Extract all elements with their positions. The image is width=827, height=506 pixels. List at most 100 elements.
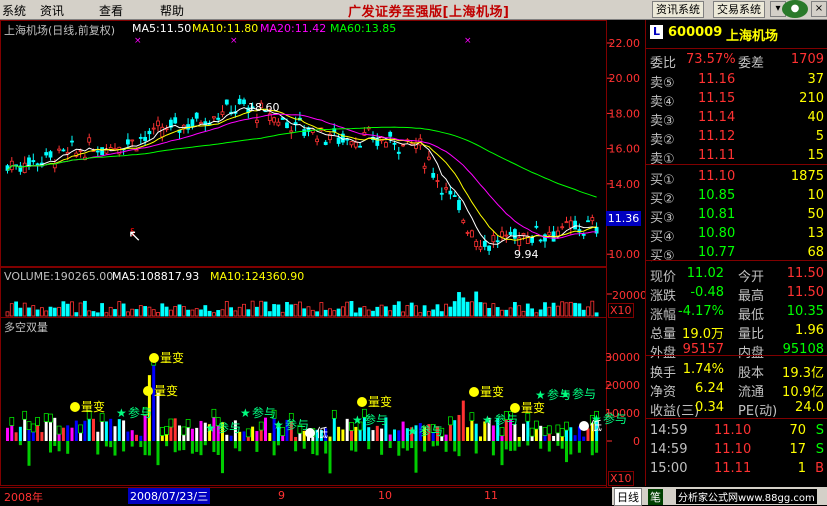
- volume-bar: [293, 303, 298, 317]
- candle-body: [543, 234, 547, 242]
- indicator-neg-bar: [294, 441, 298, 452]
- period-tab[interactable]: 日线: [614, 488, 642, 506]
- ma-cross-marker: ×: [134, 36, 142, 46]
- kline-chart[interactable]: 22.0020.0018.0016.0014.0012.0010.00 ××× …: [0, 20, 645, 487]
- signal-join-label: 参与: [128, 405, 152, 420]
- axis-label-sep: 9: [278, 489, 285, 502]
- indicator-pos-bar: [530, 436, 534, 441]
- indicator-pos-bar: [87, 419, 91, 441]
- indicator-pos-bar: [242, 431, 246, 441]
- menu-bar: 系统 资讯 查看 帮助 广发证券至强版[上海机场] 资讯系统 交易系统 ▾ ● …: [0, 0, 827, 20]
- indicator-neg-bar: [233, 441, 237, 449]
- volume-bar: [504, 309, 509, 317]
- volume-header: VOLUME:190265.00: [4, 270, 114, 283]
- indicator-neg-bar: [139, 441, 143, 448]
- indicator-pos-bar: [255, 431, 259, 441]
- ask-row: 卖② 11.12 5: [646, 128, 827, 148]
- fund-value: 1.74%: [682, 362, 724, 377]
- indicator-pos-bar: [565, 430, 568, 441]
- volume-bar: [469, 301, 474, 317]
- panel-divider: [646, 355, 827, 356]
- indicator-neg-bar: [565, 441, 568, 463]
- bid-volume: 50: [807, 207, 824, 222]
- close-icon[interactable]: ×: [811, 1, 827, 17]
- trade-system-button[interactable]: 交易系统: [713, 1, 765, 18]
- ind-tick-label: 30000: [605, 351, 640, 364]
- volume-bar: [495, 307, 500, 317]
- menu-help[interactable]: 帮助: [160, 2, 184, 19]
- indicator-pos-bar: [560, 436, 564, 441]
- info-system-button[interactable]: 资讯系统: [652, 1, 704, 18]
- indicator-pos-bar: [246, 436, 250, 441]
- volume-bar: [44, 310, 49, 317]
- stat-row: 现价 11.02 今开 11.50: [646, 265, 827, 285]
- volume-bar: [581, 309, 586, 317]
- ask-label: 卖④: [650, 95, 675, 110]
- indicator-pos-bar: [83, 420, 87, 441]
- indicator-pos-bar: [40, 432, 44, 441]
- ask-volume: 210: [799, 91, 824, 106]
- candle-body: [586, 220, 590, 223]
- tick-row: 14:59 11.10 70 S: [646, 422, 827, 441]
- indicator-pos-bar: [225, 434, 229, 441]
- indicator-neg-bar: [49, 441, 52, 453]
- indicator-neg-bar: [509, 441, 513, 451]
- price-tick-label: 10.00: [609, 248, 641, 261]
- ask-row: 卖③ 11.14 40: [646, 109, 827, 129]
- indicator-pos-bar: [6, 427, 9, 441]
- ask-price: 11.14: [698, 110, 736, 125]
- candle-body: [448, 190, 453, 195]
- volume-bar: [349, 301, 354, 317]
- candle-body: [487, 245, 492, 251]
- indicator-pos-bar: [345, 418, 349, 441]
- volume-bar: [95, 312, 100, 317]
- volume-bar: [31, 305, 36, 317]
- bid-price: 10.81: [698, 207, 736, 222]
- candle-body: [590, 217, 595, 222]
- volume-bar: [336, 308, 341, 317]
- indicator-pos-bar: [401, 421, 405, 441]
- indicator-pos-bar: [457, 414, 461, 441]
- fund-row: 净资 6.24 流通 10.9亿: [646, 380, 827, 400]
- indicator-pos-bar: [57, 434, 61, 441]
- indicator-pos-bar: [61, 427, 65, 441]
- volume-bar: [340, 306, 345, 317]
- menu-info[interactable]: 资讯: [40, 2, 64, 19]
- volume-bar: [233, 310, 238, 317]
- fund-row: 收益(三) 0.34 PE(动) 24.0: [646, 399, 827, 419]
- indicator-pos-bar: [251, 426, 255, 441]
- indicator-neg-bar: [18, 441, 22, 446]
- volume-bar: [530, 308, 534, 317]
- indicator-pos-bar: [113, 426, 117, 441]
- volume-bar: [134, 309, 139, 317]
- bid-volume: 68: [807, 245, 824, 260]
- bid-price: 10.77: [698, 245, 736, 260]
- indicator-neg-bar: [590, 441, 594, 456]
- ma20-label: MA20:11.42: [260, 22, 327, 35]
- indicator-pos-bar: [70, 427, 74, 441]
- ma5-label: MA5:11.50: [132, 22, 192, 35]
- volume-bar: [310, 309, 315, 317]
- indicator-pos-bar: [522, 423, 525, 441]
- indicator-neg-bar: [53, 441, 57, 446]
- indicator-neg-bar: [526, 441, 530, 446]
- indicator-neg-bar: [405, 441, 409, 451]
- ind-scale-x10: X10: [608, 471, 634, 486]
- signal-low-label: 低: [316, 426, 328, 440]
- menu-view[interactable]: 查看: [99, 2, 123, 19]
- volume-bar: [22, 302, 27, 317]
- stat-label: 涨跌: [650, 289, 677, 304]
- signal-star-icon: ★: [273, 418, 284, 432]
- indicator-pos-bar: [152, 365, 156, 441]
- candle-body: [160, 126, 165, 138]
- indicator-pos-bar: [104, 421, 108, 441]
- tab-bi[interactable]: 笔: [648, 489, 663, 505]
- candle-body: [52, 163, 57, 169]
- candle-body: [564, 221, 569, 224]
- volume-bar: [224, 301, 229, 317]
- menu-system[interactable]: 系统: [2, 2, 26, 19]
- quote-panel: L 600009 上海机场 委比 73.57% 委差 1709 卖⑤ 11.16 3…: [645, 20, 827, 486]
- volume-bar: [388, 310, 393, 317]
- volume-bar: [474, 291, 479, 317]
- axis-label-year: 2008年: [4, 491, 43, 504]
